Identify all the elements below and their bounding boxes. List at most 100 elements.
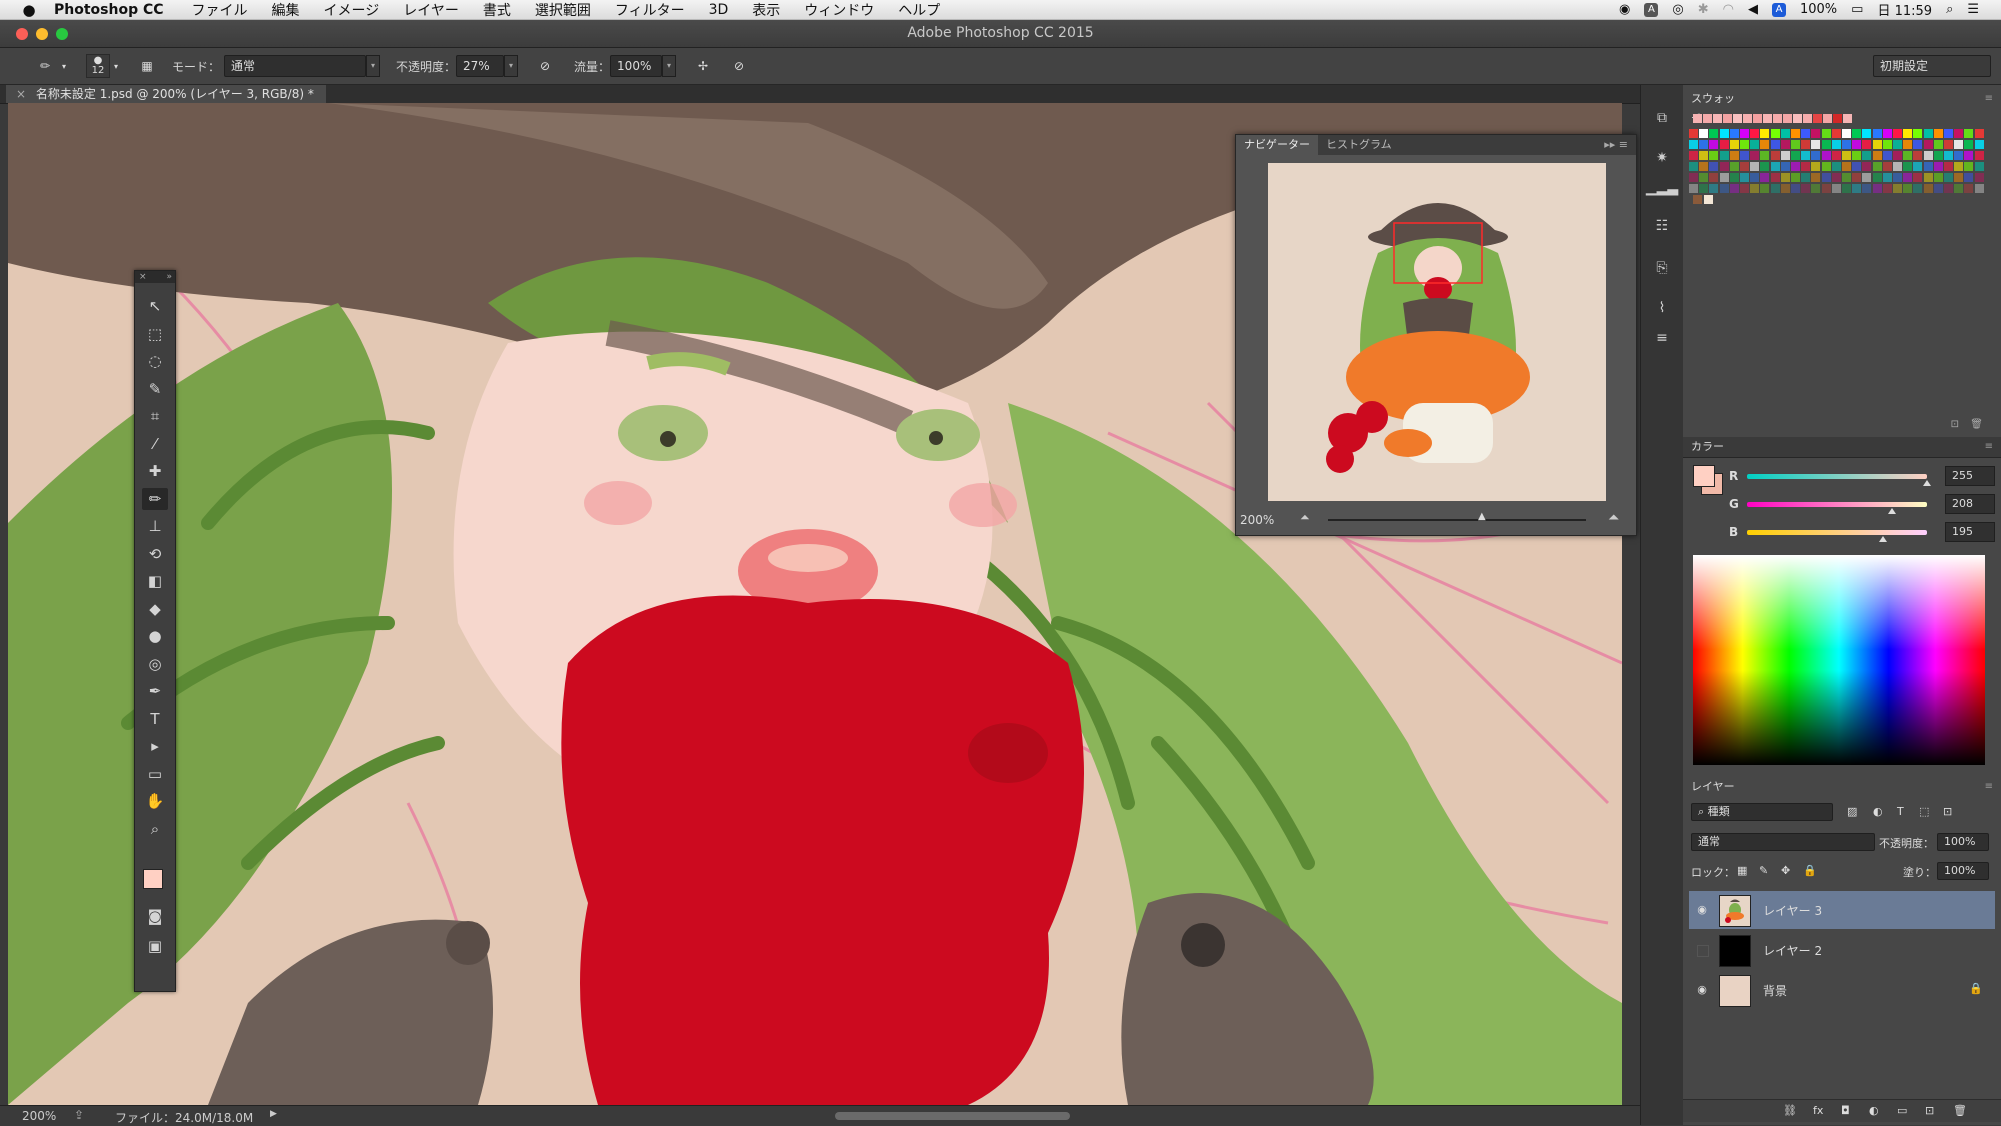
swatch[interactable] xyxy=(1862,184,1872,193)
visibility-toggle[interactable] xyxy=(1697,945,1709,957)
panel-menu-icon[interactable]: ≡ xyxy=(1985,437,1993,457)
record-icon[interactable]: ◉ xyxy=(1619,2,1630,17)
marquee-tool[interactable]: ⬚ xyxy=(142,323,168,345)
swatch[interactable] xyxy=(1842,162,1851,171)
swatch[interactable] xyxy=(1821,184,1831,193)
swatch[interactable] xyxy=(1872,151,1882,160)
brush-tool[interactable]: ✏ xyxy=(142,487,168,510)
layer-row[interactable]: ◉ 背景 🔒 xyxy=(1689,971,1995,1009)
swatch[interactable] xyxy=(1719,151,1729,160)
add-mask-icon[interactable]: ◘ xyxy=(1841,1104,1850,1117)
swatch[interactable] xyxy=(1743,114,1752,123)
swatch[interactable] xyxy=(1913,162,1923,171)
layer-name[interactable]: 背景 xyxy=(1763,982,1787,999)
swatch[interactable] xyxy=(1862,162,1872,171)
swatch[interactable] xyxy=(1719,140,1729,149)
layer-filter-select[interactable]: ⌕ 種類 xyxy=(1691,803,1833,821)
swatch[interactable] xyxy=(1954,140,1964,149)
spotlight-icon[interactable]: ⌕ xyxy=(1946,2,1953,17)
menu-window[interactable]: ウィンドウ xyxy=(804,0,874,20)
swatch[interactable] xyxy=(1709,162,1719,171)
swatch[interactable] xyxy=(1882,162,1892,171)
volume-icon[interactable]: ◀ xyxy=(1748,2,1758,17)
menu-layer[interactable]: レイヤー xyxy=(403,0,459,20)
minimize-window-button[interactable] xyxy=(36,28,48,40)
eye-icon[interactable]: ◉ xyxy=(1695,983,1709,997)
swatch[interactable] xyxy=(1954,162,1964,171)
layer-name[interactable]: レイヤー 3 xyxy=(1763,902,1822,919)
swatch[interactable] xyxy=(1933,162,1943,171)
swatch[interactable] xyxy=(1750,173,1760,182)
swatch[interactable] xyxy=(1770,129,1780,138)
swatch[interactable] xyxy=(1811,129,1821,138)
close-icon[interactable]: × xyxy=(139,272,147,282)
swatch[interactable] xyxy=(1944,140,1953,149)
swatch[interactable] xyxy=(1699,151,1709,160)
menu-3d[interactable]: 3D xyxy=(709,2,729,18)
swatch[interactable] xyxy=(1780,184,1790,193)
clock[interactable]: 日 11:59 xyxy=(1877,0,1932,19)
paint-bucket-tool[interactable]: ◆ xyxy=(142,598,168,620)
swatch[interactable] xyxy=(1974,173,1984,182)
pen-tool[interactable]: ✒ xyxy=(142,680,168,702)
swatch[interactable] xyxy=(1893,173,1902,182)
swatch[interactable] xyxy=(1964,184,1974,193)
swatch[interactable] xyxy=(1719,173,1729,182)
menu-filter[interactable]: フィルター xyxy=(615,0,685,20)
swatch[interactable] xyxy=(1833,114,1842,123)
horizontal-scrollbar[interactable] xyxy=(835,1112,1070,1120)
swatch[interactable] xyxy=(1729,129,1739,138)
swatch[interactable] xyxy=(1933,173,1943,182)
swatch[interactable] xyxy=(1689,129,1698,138)
swatch[interactable] xyxy=(1923,151,1933,160)
swatch[interactable] xyxy=(1709,184,1719,193)
swatch[interactable] xyxy=(1740,151,1749,160)
swatch[interactable] xyxy=(1862,140,1872,149)
swatch[interactable] xyxy=(1913,140,1923,149)
quick-mask-icon[interactable]: ◙ xyxy=(142,905,168,927)
swatch[interactable] xyxy=(1699,184,1709,193)
swatch[interactable] xyxy=(1893,129,1902,138)
new-swatch-icon[interactable]: ⊡ xyxy=(1951,419,1959,430)
swatch[interactable] xyxy=(1699,162,1709,171)
swatch[interactable] xyxy=(1852,140,1862,149)
swatch[interactable] xyxy=(1821,129,1831,138)
swatch[interactable] xyxy=(1842,173,1851,182)
document-tab[interactable]: × 名称未設定 1.psd @ 200% (レイヤー 3, RGB/8) * xyxy=(6,85,326,103)
healing-tool[interactable]: ✚ xyxy=(142,460,168,482)
swatch[interactable] xyxy=(1689,151,1698,160)
swatch[interactable] xyxy=(1852,184,1862,193)
foreground-color-chip[interactable] xyxy=(1693,465,1715,487)
hand-tool[interactable]: ✋ xyxy=(142,790,168,812)
swatch[interactable] xyxy=(1750,184,1760,193)
crop-tool[interactable]: ⌗ xyxy=(142,405,168,427)
blue-slider[interactable] xyxy=(1747,530,1927,535)
swatch[interactable] xyxy=(1813,114,1822,123)
swatch[interactable] xyxy=(1783,114,1792,123)
airbrush-icon[interactable]: ✢ xyxy=(692,55,714,77)
swatch[interactable] xyxy=(1831,173,1841,182)
pressure-size-icon[interactable]: ⊘ xyxy=(728,55,750,77)
lock-position-icon[interactable]: ✥ xyxy=(1781,864,1790,877)
swatch[interactable] xyxy=(1933,151,1943,160)
swatch[interactable] xyxy=(1964,162,1974,171)
adjustment-layer-icon[interactable]: ◐ xyxy=(1869,1104,1879,1117)
swatch[interactable] xyxy=(1821,173,1831,182)
color-spectrum[interactable] xyxy=(1693,555,1985,765)
filter-shape-icon[interactable]: ⬚ xyxy=(1919,805,1929,818)
swatch[interactable] xyxy=(1811,140,1821,149)
swatch[interactable] xyxy=(1862,151,1872,160)
swatch[interactable] xyxy=(1974,162,1984,171)
blend-mode-select[interactable]: 通常 xyxy=(1691,833,1875,851)
brush-icon[interactable]: ⌇ xyxy=(1649,297,1675,319)
swatch[interactable] xyxy=(1699,140,1709,149)
shape-tool[interactable]: ▭ xyxy=(142,763,168,785)
notification-icon[interactable]: ☰ xyxy=(1967,2,1979,17)
swatch[interactable] xyxy=(1729,184,1739,193)
collapse-icon[interactable]: » xyxy=(166,271,172,283)
swatch[interactable] xyxy=(1801,162,1811,171)
swatch[interactable] xyxy=(1831,151,1841,160)
chevron-down-icon[interactable]: ▾ xyxy=(662,55,677,77)
swatch[interactable] xyxy=(1842,151,1851,160)
swatch[interactable] xyxy=(1703,114,1712,123)
